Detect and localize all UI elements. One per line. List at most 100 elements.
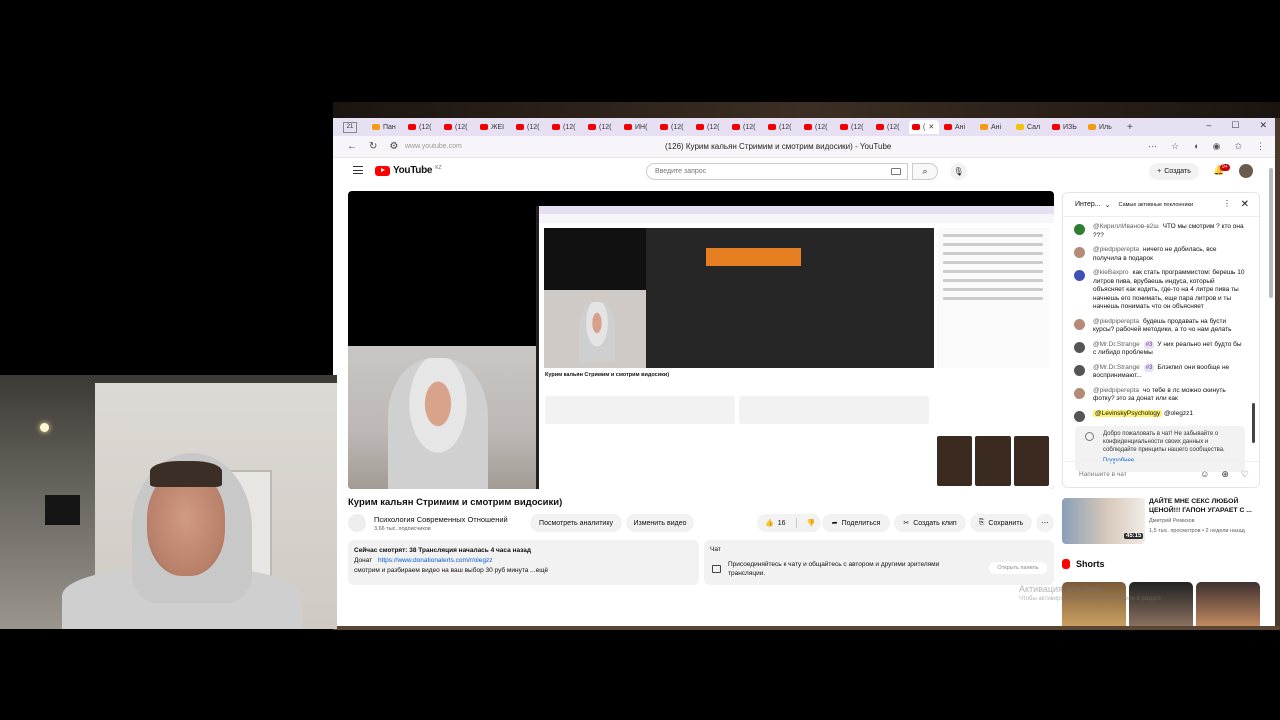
tab-after-3[interactable]: ИЗЬ	[1049, 120, 1083, 134]
favorites-icon[interactable]: ✩	[1234, 141, 1242, 152]
new-tab-button[interactable]: +	[1127, 122, 1133, 133]
voice-search-button[interactable]: 🎙	[950, 163, 967, 180]
chat-more-icon[interactable]: ⋮	[1223, 199, 1231, 208]
short-thumbnail[interactable]	[1196, 582, 1260, 626]
clip-button[interactable]: ✂ Создать клип	[894, 514, 966, 532]
more-dots-icon[interactable]: ⋯	[1148, 141, 1157, 152]
chat-author-avatar[interactable]	[1074, 341, 1085, 353]
tab-before-13[interactable]: (12(	[837, 120, 871, 134]
chat-input[interactable]	[1079, 471, 1179, 478]
search-button[interactable]: ⌕	[912, 163, 938, 180]
chat-author[interactable]: @КириллИванов-в2ш	[1093, 223, 1159, 230]
tab-before-12[interactable]: (12(	[801, 120, 835, 134]
thumbs-down-icon[interactable]: 👎	[807, 519, 816, 527]
chat-author-avatar[interactable]	[1074, 364, 1085, 376]
chat-mode-select[interactable]: Интер...	[1075, 201, 1101, 208]
tab-before-7[interactable]: ИН(	[621, 120, 655, 134]
tab-active[interactable]: ( ✕	[909, 120, 939, 134]
chat-badge: #3	[1143, 363, 1155, 372]
tab-before-9[interactable]: (12(	[693, 120, 727, 134]
chat-author[interactable]: @Mr.Dr.Strange	[1093, 364, 1140, 371]
capture-short	[937, 436, 973, 486]
tab-before-6[interactable]: (12(	[585, 120, 619, 134]
chat-author[interactable]: @piedpiperepta	[1093, 387, 1139, 394]
tab-before-2[interactable]: (12(	[441, 120, 475, 134]
reload-icon[interactable]: ↻	[369, 141, 377, 152]
chevron-down-icon[interactable]: ⌄	[1105, 201, 1111, 209]
emoji-icon[interactable]: ☺	[1200, 469, 1209, 480]
page-scrollbar[interactable]	[1269, 168, 1273, 298]
capture-dashboard	[646, 228, 934, 368]
tab-after-2[interactable]: Сал	[1013, 120, 1047, 134]
url-field[interactable]: www.youtube.com	[405, 143, 665, 150]
copilot-icon[interactable]: ◉	[1213, 141, 1221, 152]
tab-before-11[interactable]: (12(	[765, 120, 799, 134]
minimize-icon[interactable]: –	[1206, 120, 1211, 131]
chat-author[interactable]: @piedpiperepta	[1093, 246, 1139, 253]
heart-icon[interactable]: ♡	[1241, 469, 1249, 480]
close-icon[interactable]: ✕	[1241, 199, 1249, 210]
create-button[interactable]: + Создать	[1149, 163, 1199, 180]
chat-author[interactable]: @kieBaxpro	[1093, 269, 1129, 276]
recommendation-channel[interactable]: Дмитрий Ремизов	[1149, 518, 1195, 524]
chat-messages: @КириллИванов-в2ш ЧТО мы смотрим ? кто он…	[1063, 217, 1259, 422]
add-icon[interactable]: ⊕	[1221, 469, 1229, 480]
tab-count[interactable]: 21	[343, 121, 357, 133]
search-input[interactable]	[655, 168, 885, 175]
share-button[interactable]: ➦ Поделиться	[822, 514, 890, 532]
short-thumbnail[interactable]	[1129, 582, 1193, 626]
chat-author-avatar[interactable]	[1074, 247, 1085, 258]
chat-author-avatar[interactable]	[1074, 270, 1085, 281]
channel-name[interactable]: Психология Современных Отношений	[374, 515, 508, 524]
chat-scrollbar[interactable]	[1252, 403, 1255, 443]
keyboard-icon[interactable]	[891, 168, 901, 175]
tab-after-4[interactable]: Иль	[1085, 120, 1119, 134]
save-button[interactable]: ⎘ Сохранить	[970, 514, 1032, 532]
tab-before-8[interactable]: (12(	[657, 120, 691, 134]
menu-icon[interactable]: ⋮	[1256, 141, 1265, 152]
site-info-icon[interactable]: ⚙	[389, 141, 398, 152]
bookmark-icon[interactable]: ☆	[1171, 141, 1179, 152]
tab-before-14[interactable]: (12(	[873, 120, 907, 134]
close-tab-icon[interactable]: ✕	[928, 123, 934, 131]
chat-author[interactable]: @piedpiperepta	[1093, 318, 1139, 325]
recommendation-title[interactable]: ДАЙТЕ МНЕ СЕКС ЛЮБОЙ ЦЕНОЙ!!! ГАПОН УГАР…	[1149, 497, 1261, 515]
edit-video-button[interactable]: Изменить видео	[626, 514, 694, 532]
channel-avatar[interactable]	[348, 514, 366, 532]
open-panel-button[interactable]: Открыть панель	[989, 562, 1047, 574]
donate-link[interactable]: https://www.donationalerts.com/r/olegzz	[378, 557, 493, 564]
maximize-icon[interactable]: ☐	[1231, 120, 1239, 131]
tab-before-4[interactable]: (12(	[513, 120, 547, 134]
capture-short	[975, 436, 1011, 486]
chat-badge: #3	[1143, 340, 1155, 349]
chat-author[interactable]: @Mr.Dr.Strange	[1093, 341, 1140, 348]
chat-author-avatar[interactable]	[1074, 387, 1085, 399]
tab-before-3[interactable]: ЖЕІ	[477, 120, 511, 134]
chat-filter-label[interactable]: Самые активные поклонники	[1119, 202, 1194, 208]
tab-before-5[interactable]: (12(	[549, 120, 583, 134]
chat-author-avatar[interactable]	[1074, 224, 1085, 235]
back-icon[interactable]: ←	[347, 141, 357, 152]
tab-before-0[interactable]: Пан	[369, 120, 403, 134]
chat-highlighted-author[interactable]: @LevinskyPsychology	[1093, 409, 1163, 417]
tab-after-1[interactable]: Ані	[977, 120, 1011, 134]
account-avatar[interactable]	[1239, 164, 1253, 178]
chat-author-avatar[interactable]	[1074, 410, 1085, 422]
video-player[interactable]: Курим кальян Стримим и смотрим видосики)	[348, 191, 1054, 489]
plus-icon: +	[1157, 168, 1162, 175]
tab-before-1[interactable]: (12(	[405, 120, 439, 134]
capture-video-title: Курим кальян Стримим и смотрим видосики)	[545, 372, 670, 378]
chat-author-avatar[interactable]	[1074, 318, 1085, 330]
live-chat-panel: Интер... ⌄ Самые активные поклонники ⋮ ✕…	[1062, 192, 1260, 488]
like-button[interactable]: 👍 16 👎	[757, 514, 821, 532]
hamburger-menu-icon[interactable]	[353, 166, 363, 174]
tab-after-0[interactable]: Ані	[941, 120, 975, 134]
tab-before-10[interactable]: (12(	[729, 120, 763, 134]
read-aloud-icon[interactable]: ◖	[1193, 141, 1198, 152]
youtube-logo[interactable]: YouTube KZ	[375, 165, 442, 176]
more-actions-button[interactable]: ⋯	[1036, 514, 1054, 532]
description-box[interactable]: Сейчас смотрят: 38 Трансляция началась 4…	[348, 540, 699, 585]
analytics-button[interactable]: Посмотреть аналитику	[530, 514, 622, 532]
tab-favicon-icon	[552, 124, 560, 130]
close-window-icon[interactable]: ✕	[1259, 120, 1267, 131]
